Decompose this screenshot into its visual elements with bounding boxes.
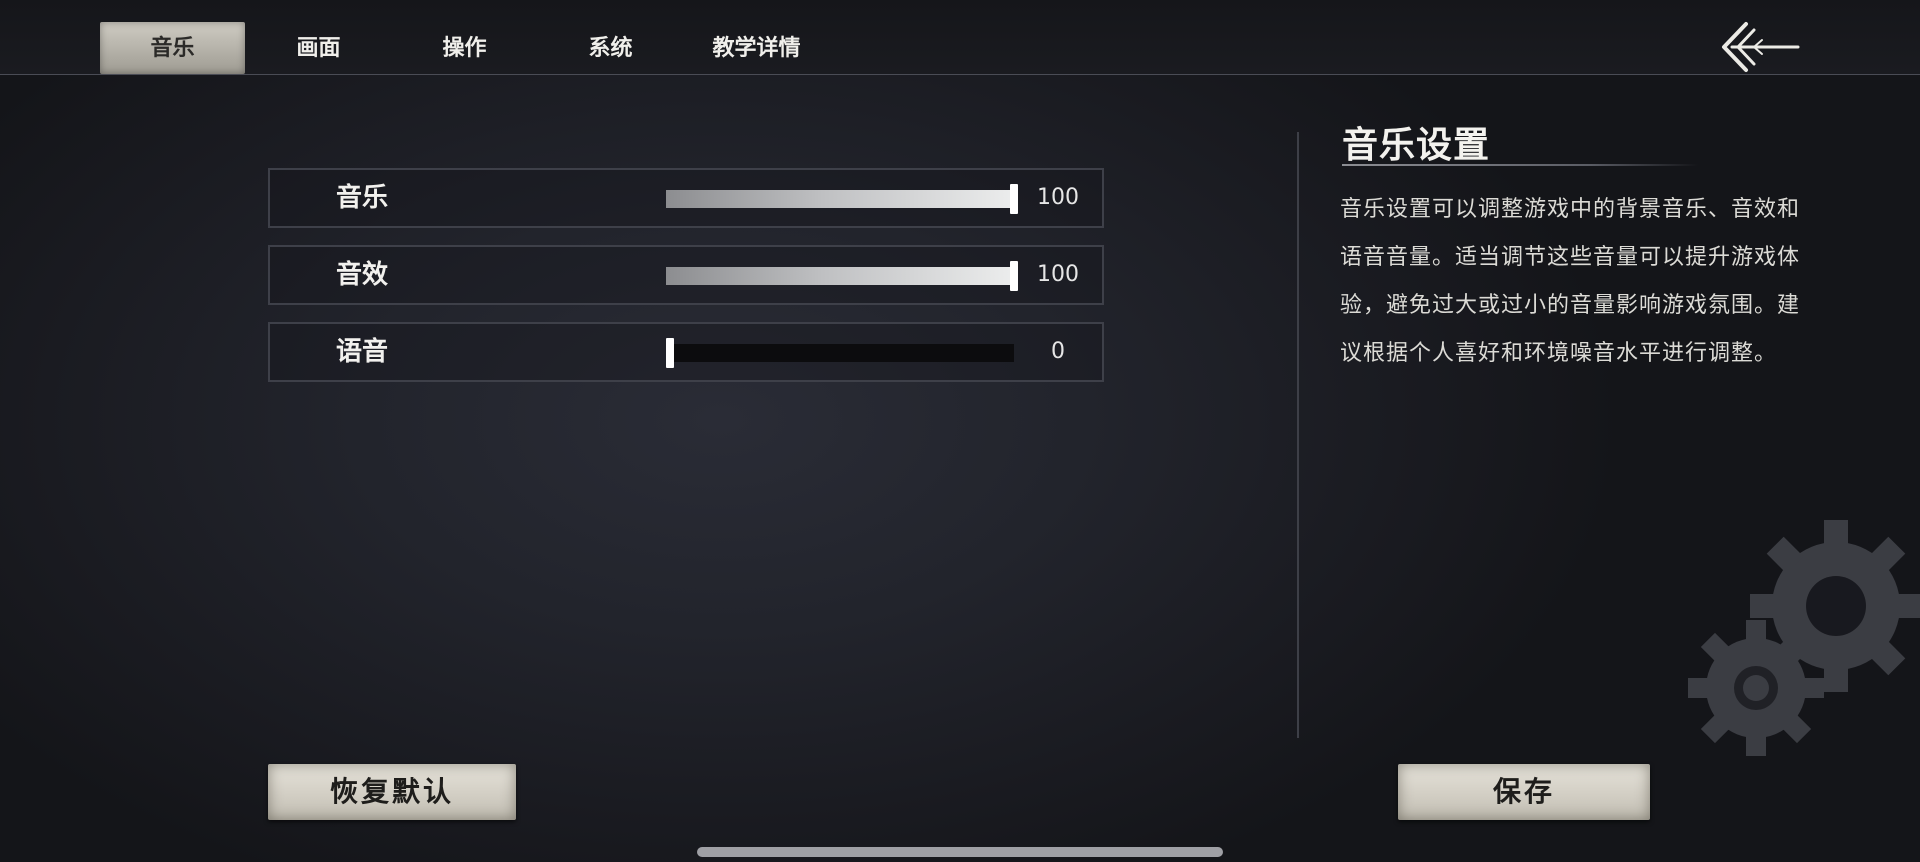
slider-fill: [666, 267, 1014, 285]
slider-fill: [666, 190, 1014, 208]
info-title: 音乐设置: [1342, 124, 1491, 166]
title-underline: [1342, 164, 1698, 166]
tab-tutorial[interactable]: 教学详情: [684, 22, 829, 74]
voice-volume-slider[interactable]: [666, 338, 1014, 368]
setting-value: 100: [1037, 262, 1079, 287]
music-volume-slider[interactable]: [666, 184, 1018, 214]
setting-label: 语音: [336, 337, 389, 367]
back-button[interactable]: [1718, 18, 1802, 76]
slider-handle[interactable]: [666, 338, 674, 368]
home-indicator[interactable]: [697, 847, 1223, 857]
setting-row-sfx: 音效 100: [268, 245, 1104, 305]
arrow-left-icon: [1722, 22, 1800, 72]
tab-music[interactable]: 音乐: [100, 22, 245, 74]
save-button[interactable]: 保存: [1398, 764, 1650, 820]
slider-handle[interactable]: [1010, 184, 1018, 214]
top-bar: 音乐 画面 操作 系统 教学详情: [0, 0, 1920, 75]
setting-label: 音乐: [336, 183, 389, 213]
settings-screen: 音乐 画面 操作 系统 教学详情 音乐 100 音效 100 语音 0 音乐设置…: [0, 0, 1920, 862]
setting-label: 音效: [336, 260, 389, 290]
sfx-volume-slider[interactable]: [666, 261, 1018, 291]
setting-row-voice: 语音 0: [268, 322, 1104, 382]
panel-divider: [1297, 132, 1299, 738]
tab-graphics[interactable]: 画面: [246, 22, 391, 74]
tab-system[interactable]: 系统: [538, 22, 683, 74]
gears-icon: [1688, 520, 1920, 756]
setting-value: 0: [1051, 339, 1065, 364]
reset-default-button[interactable]: 恢复默认: [268, 764, 516, 820]
info-description: 音乐设置可以调整游戏中的背景音乐、音效和语音音量。适当调节这些音量可以提升游戏体…: [1340, 197, 1801, 366]
setting-row-music: 音乐 100: [268, 168, 1104, 228]
tab-controls[interactable]: 操作: [392, 22, 537, 74]
setting-value: 100: [1037, 185, 1079, 210]
slider-handle[interactable]: [1010, 261, 1018, 291]
